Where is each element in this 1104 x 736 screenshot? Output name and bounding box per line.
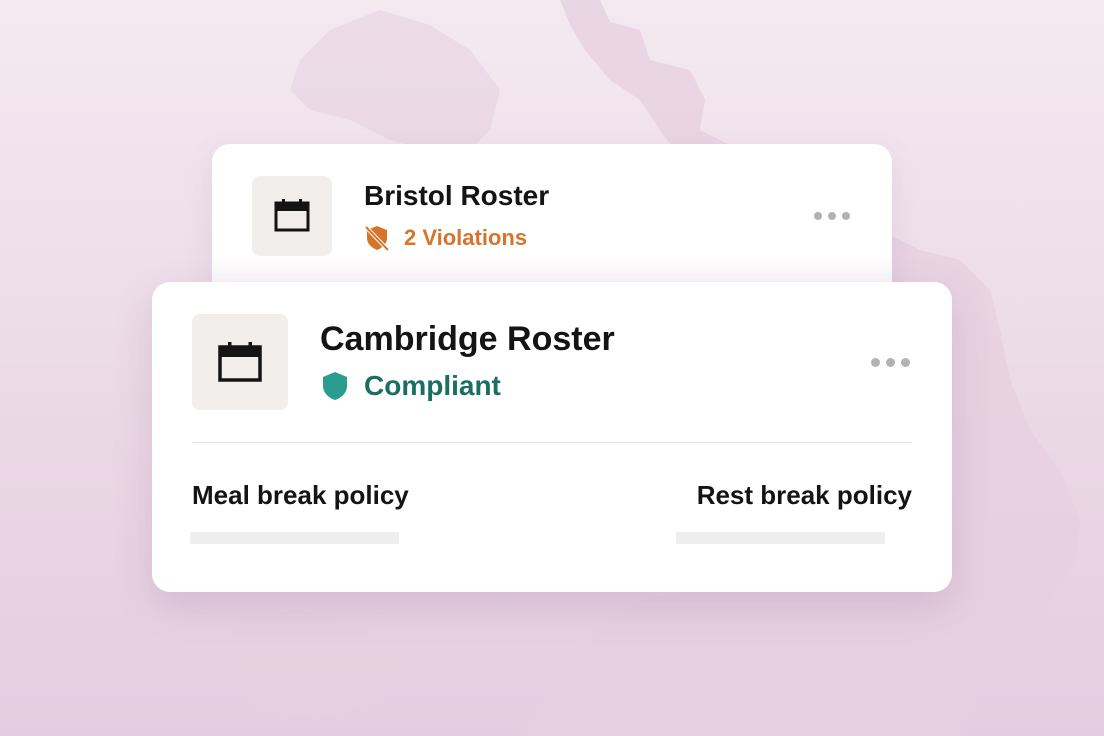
rest-break-policy-label: Rest break policy bbox=[696, 480, 912, 510]
dot bbox=[814, 212, 822, 220]
compliant-status[interactable]: Compliant bbox=[320, 370, 501, 402]
shield-icon bbox=[323, 372, 347, 400]
dot bbox=[828, 212, 836, 220]
calendar-icon bbox=[218, 342, 262, 382]
shield-off-icon bbox=[364, 225, 390, 252]
dot bbox=[886, 358, 895, 367]
roster-title: Cambridge Roster bbox=[320, 320, 615, 358]
compliant-label: Compliant bbox=[364, 370, 501, 401]
cambridge-roster-card[interactable]: Cambridge Roster Compliant Meal break po… bbox=[152, 282, 952, 592]
dot bbox=[901, 358, 910, 367]
more-options-button[interactable] bbox=[871, 358, 910, 367]
roster-icon-tile bbox=[192, 314, 288, 410]
divider bbox=[192, 442, 912, 443]
calendar-icon bbox=[274, 199, 310, 232]
violations-status[interactable]: 2 Violations bbox=[364, 224, 527, 252]
rest-break-policy-placeholder bbox=[676, 532, 885, 544]
roster-title: Bristol Roster bbox=[364, 180, 550, 211]
violations-label: 2 Violations bbox=[404, 225, 528, 250]
roster-icon-tile bbox=[252, 176, 332, 256]
meal-break-policy-placeholder bbox=[190, 532, 399, 544]
more-options-button[interactable] bbox=[814, 212, 850, 220]
meal-break-policy-label: Meal break policy bbox=[192, 480, 409, 510]
dot bbox=[842, 212, 850, 220]
dot bbox=[871, 358, 880, 367]
